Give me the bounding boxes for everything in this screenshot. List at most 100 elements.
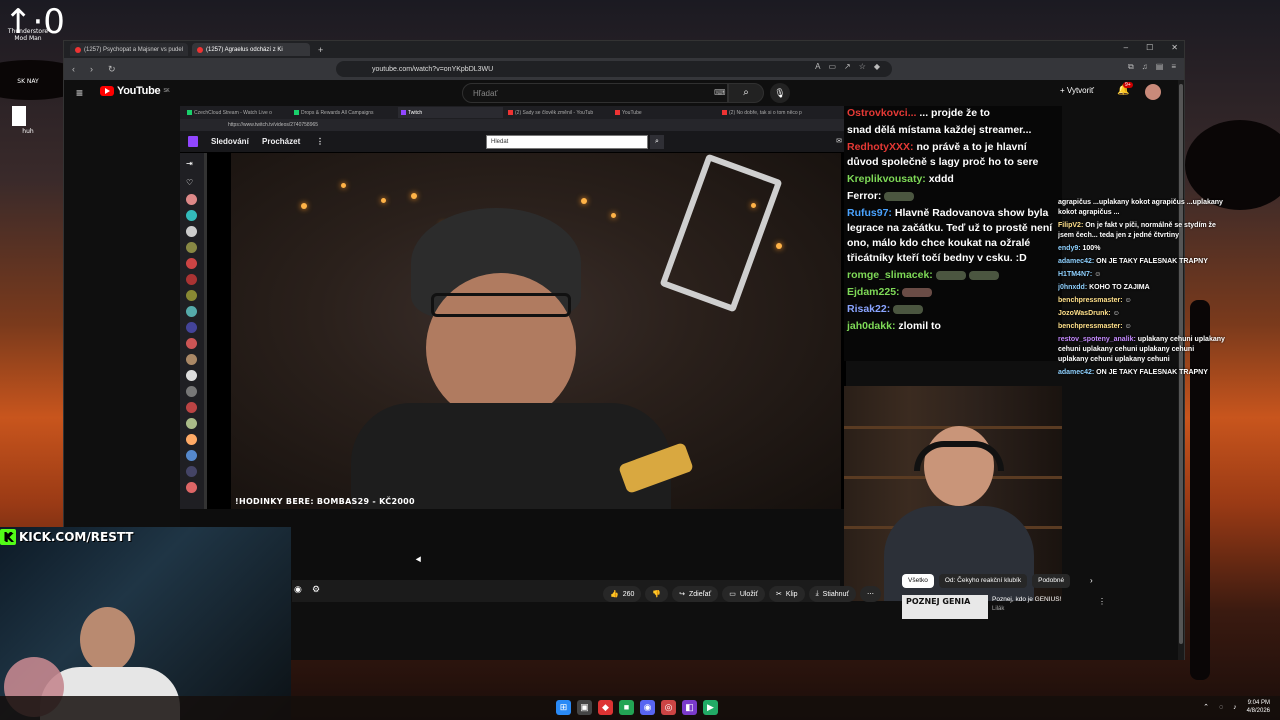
chip-all[interactable]: Všetko <box>902 574 934 588</box>
chat-message: Kreplikvousaty: xddd <box>844 172 1062 187</box>
recommended-channel[interactable]: Lilák <box>992 606 1004 612</box>
emote-icon: ☺ <box>1112 310 1120 317</box>
start-icon[interactable]: ⊞ <box>556 700 571 715</box>
chat-text: zlomil to <box>898 320 941 332</box>
chevron-up-icon[interactable]: ⌃ <box>1203 703 1209 711</box>
microphone-icon[interactable]: 🎙 <box>770 83 790 103</box>
chat-text: ON JE TAKY FALESNAK TRAPNY <box>1096 369 1208 376</box>
chat-username: romge_slimacek: <box>847 269 933 281</box>
twitch-sidebar: ⇥ ♡ <box>180 153 204 513</box>
hamburger-menu-icon[interactable]: ≡ <box>76 86 83 100</box>
scissors-icon: ✂ <box>776 591 782 598</box>
app-icon[interactable]: ◎ <box>661 700 676 715</box>
browser-tab[interactable]: (1257) Psychopat a Majsner vs pudel <box>70 43 188 56</box>
new-tab-button[interactable]: + <box>318 45 323 55</box>
share-button[interactable]: ↪ Zdieľať <box>672 586 719 602</box>
inbox-icon: ✉ <box>836 138 842 145</box>
kick-favicon-icon <box>187 110 192 115</box>
twitch-icon[interactable]: ◧ <box>682 700 697 715</box>
chat-username: benchpressmaster: <box>1058 323 1123 330</box>
avatar <box>186 210 197 221</box>
chat-message: snad dělá místama každej streamer... <box>844 123 1062 138</box>
media-icon[interactable]: ♫ <box>1142 62 1148 72</box>
sidepanel-icon[interactable]: ▤ <box>1156 62 1164 72</box>
forward-icon[interactable]: › <box>90 64 100 74</box>
minimize-button[interactable]: – <box>1124 43 1128 52</box>
share-icon[interactable]: ↗ <box>844 62 851 72</box>
chat-username: Kreplikvousaty: <box>847 173 926 185</box>
glasses <box>431 293 571 317</box>
twitch-favicon-icon <box>401 110 406 115</box>
translate-icon[interactable]: A <box>815 62 820 72</box>
more-actions-button[interactable]: ⋯ <box>860 586 882 602</box>
recommended-video[interactable]: POZNEJ GENIA Poznej, kdo je GENIUS! Lilá… <box>902 595 1106 619</box>
green-app-icon[interactable]: ■ <box>619 700 634 715</box>
taskview-icon[interactable]: ▣ <box>577 700 592 715</box>
star-icon[interactable]: ☆ <box>859 62 866 72</box>
chat-message: benchpressmaster: ☺ <box>1058 296 1226 306</box>
like-count: 260 <box>622 590 635 598</box>
chat-text: agrapičus ...uplakany kokot agrapičus ..… <box>1058 199 1223 216</box>
chat-username: j0hnxdd: <box>1058 284 1088 291</box>
clip-label: Klip <box>785 590 798 598</box>
address-bar[interactable]: youtube.com/watch?v=onYKpbDL3WU <box>336 61 892 77</box>
desktop-icon-label[interactable]: Thunderstore Mod Man <box>4 28 52 42</box>
chat-username: endy9: <box>1058 245 1081 252</box>
chair <box>659 153 783 313</box>
inner-tab-label: YouTube <box>622 109 642 116</box>
reload-icon[interactable]: ↻ <box>108 64 118 75</box>
search-icon[interactable]: ⌕ <box>728 83 764 103</box>
chat-username: adamec42: <box>1058 258 1095 265</box>
chevron-right-icon[interactable]: › <box>1090 576 1093 585</box>
menu-icon[interactable]: ≡ <box>1171 62 1176 72</box>
inner-tab-label: CzechCloud Stream - Watch Live o <box>194 109 272 116</box>
save-button[interactable]: ▭ Uložiť <box>722 586 765 602</box>
chip-channel[interactable]: Od: Čekyho reakční klubík <box>938 574 1028 588</box>
video-thumbnail[interactable]: POZNEJ GENIA <box>902 595 988 619</box>
more-icon[interactable]: ⋮ <box>1098 597 1106 606</box>
youtube-logo[interactable]: YouTube SK <box>100 85 170 97</box>
chat-message: j0hnxdd: KOHO TO ZAJIMA <box>1058 283 1226 293</box>
avatar[interactable] <box>1145 84 1161 100</box>
light-bokeh <box>411 193 417 199</box>
extension-icon[interactable]: ◆ <box>874 62 880 72</box>
notifications-bell-icon[interactable]: 🔔 9+ <box>1117 82 1133 96</box>
extensions-icon[interactable]: ⧉ <box>1128 62 1134 72</box>
recommended-title[interactable]: Poznej, kdo je GENIUS! <box>992 596 1061 603</box>
inner-tab: (2) No dobře, tak si o tom něco p <box>719 107 824 118</box>
youtube-favicon-icon <box>615 110 620 115</box>
like-button[interactable]: 👍 260 <box>603 586 642 602</box>
avatar <box>186 370 197 381</box>
thumbs-up-icon: 👍 <box>610 591 619 598</box>
chip-similar[interactable]: Podobné <box>1032 574 1071 588</box>
toolbar-right-icons: A ▭ ↗ ☆ ◆ ⧉ ♫ ▤ ≡ <box>815 62 1176 72</box>
download-button[interactable]: ⤓ Stiahnuť <box>808 586 857 602</box>
volume-icon[interactable]: ♪ <box>1233 704 1237 711</box>
desktop-icon-label[interactable]: SK NAY <box>4 78 52 85</box>
create-button[interactable]: + Vytvoriť <box>1060 86 1094 95</box>
file-icon[interactable] <box>12 106 26 126</box>
maximize-button[interactable]: ☐ <box>1146 43 1153 52</box>
keyboard-icon[interactable]: ⌨ <box>714 88 726 97</box>
avatar <box>186 434 197 445</box>
cast-icon[interactable]: ▭ <box>828 62 836 72</box>
clip-button[interactable]: ✂ Klip <box>769 586 805 602</box>
chat-username: benchpressmaster: <box>1058 297 1123 304</box>
discord-icon: ◉ <box>294 584 302 594</box>
emote-icon <box>893 304 924 314</box>
recommendation-chips: Všetko Od: Čekyho reakční klubík Podobné <box>902 574 1071 588</box>
chat-message: Risak22: <box>844 302 1062 317</box>
desktop-icon-label[interactable]: huh <box>4 128 52 135</box>
avatar <box>186 194 197 205</box>
tab-label: (1257) Psychopat a Majsner vs pudel <box>84 46 184 53</box>
discord-icon[interactable]: ◉ <box>640 700 655 715</box>
back-icon[interactable]: ‹ <box>72 64 82 74</box>
clock[interactable]: 9:04 PM 4/8/2026 <box>1247 699 1270 715</box>
brave-icon[interactable]: ◆ <box>598 700 613 715</box>
play-icon[interactable]: ▶ <box>703 700 718 715</box>
youtube-search-input[interactable]: Hľadať <box>462 83 728 103</box>
close-button[interactable]: ✕ <box>1171 43 1178 52</box>
browser-tab-active[interactable]: (1257) Agraelus odchází z Ki <box>192 43 310 56</box>
dislike-button[interactable]: 👎 <box>645 586 669 602</box>
network-icon[interactable]: ◌ <box>1219 704 1223 711</box>
